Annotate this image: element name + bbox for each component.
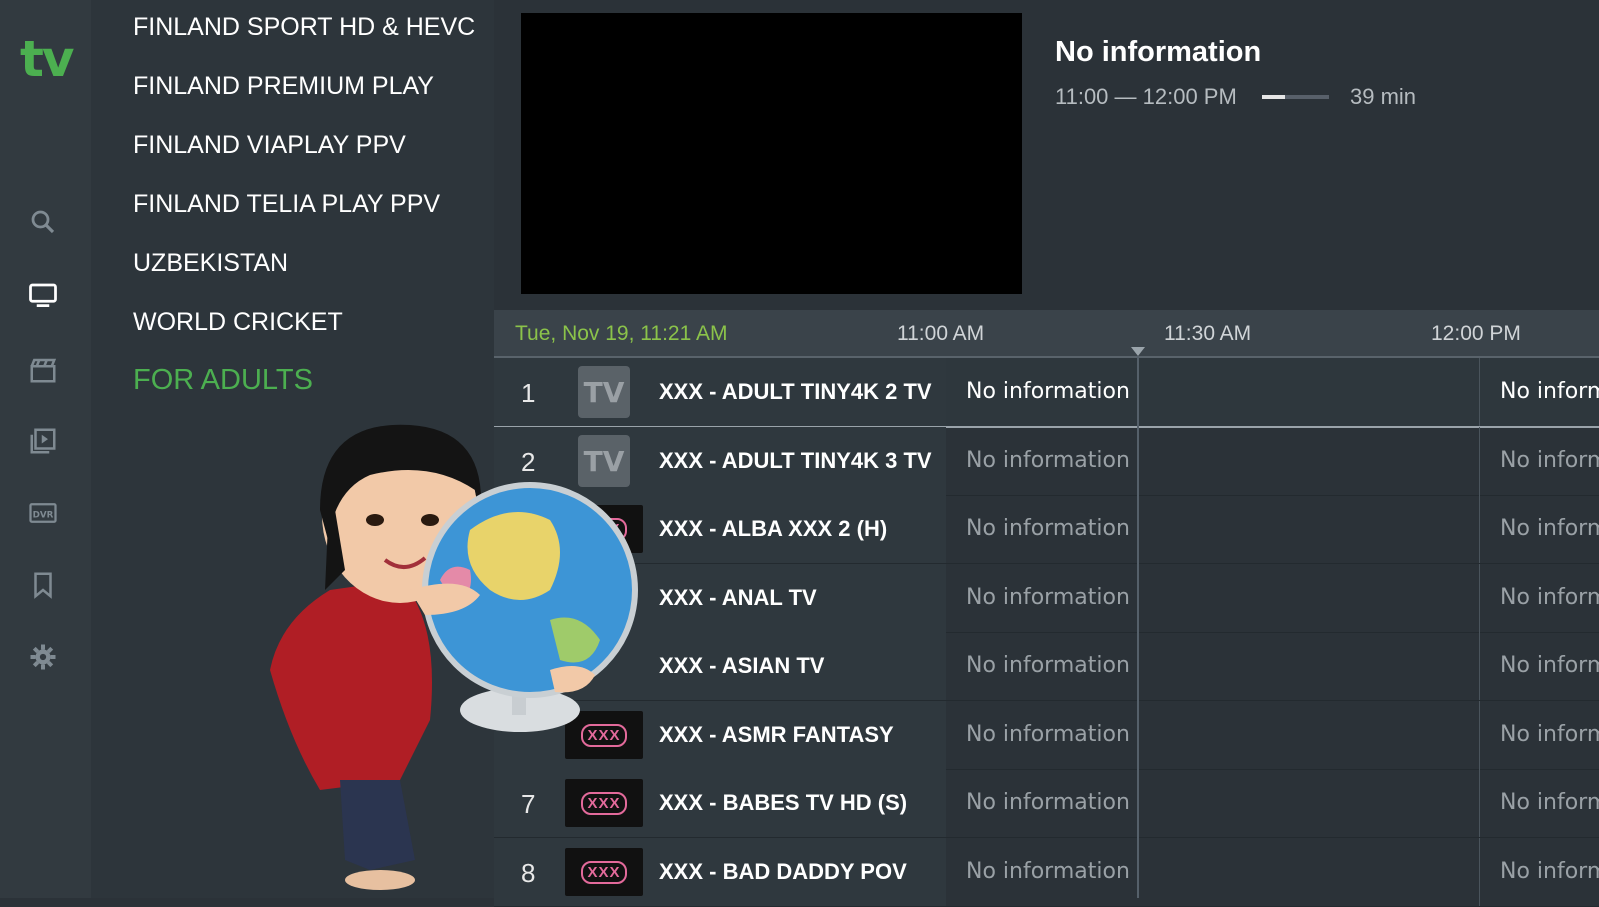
bookmark-icon[interactable] [25, 567, 61, 603]
time-tick: 11:30 AM [1164, 322, 1252, 345]
group-item[interactable]: WORLD CRICKET [133, 308, 343, 337]
time-tick: 12:00 PM [1431, 322, 1521, 345]
app-logo: tv [20, 30, 74, 88]
program-title-current: No information [966, 448, 1130, 473]
program-title-current: No information [966, 585, 1130, 610]
program-title-current: No information [966, 790, 1130, 815]
program-title-next: No inform [1500, 448, 1599, 473]
program-progress-bar [1262, 95, 1329, 99]
channel-name: XXX - ANAL TV [659, 585, 817, 610]
group-item[interactable]: FINLAND SPORT HD & HEVC [133, 13, 475, 42]
search-icon[interactable] [25, 204, 61, 240]
channel-row[interactable]: 1 TV XXX - ADULT TINY4K 2 TV No information… [494, 358, 1599, 428]
group-item[interactable]: UZBEKISTAN [133, 249, 288, 278]
group-item[interactable]: FINLAND TELIA PLAY PPV [133, 190, 440, 219]
group-item-active[interactable]: FOR ADULTS [133, 364, 313, 397]
channel-name: XXX - ADULT TINY4K 3 TV [659, 448, 932, 473]
clapperboard-icon[interactable] [25, 352, 61, 388]
channel-name: XXX - ASMR FANTASY [659, 722, 894, 747]
current-datetime: Tue, Nov 19, 11:21 AM [515, 322, 728, 345]
play-library-icon[interactable] [25, 423, 61, 459]
nav-rail: tv DVR [0, 0, 91, 898]
time-tick: 11:00 AM [897, 322, 985, 345]
program-title-next: No inform [1500, 653, 1599, 678]
now-marker [1131, 347, 1145, 356]
program-divider [1479, 838, 1480, 906]
program-title-next: No inform [1500, 585, 1599, 610]
video-preview[interactable] [521, 13, 1022, 294]
program-divider [1479, 564, 1480, 632]
gear-icon[interactable] [25, 639, 61, 675]
channel-name: XXX - ALBA XXX 2 (H) [659, 516, 888, 541]
group-item[interactable]: FINLAND VIAPLAY PPV [133, 131, 406, 160]
tv-icon[interactable] [25, 277, 61, 313]
program-duration: 39 min [1350, 84, 1417, 109]
program-title: No information [1055, 36, 1262, 68]
channel-info-cell: 1 TV XXX - ADULT TINY4K 2 TV [494, 358, 946, 426]
program-divider [1479, 427, 1480, 495]
group-item[interactable]: FINLAND PREMIUM PLAY [133, 72, 434, 101]
program-title-next: No inform [1500, 379, 1599, 404]
program-divider [1479, 358, 1480, 426]
program-title-next: No inform [1500, 859, 1599, 884]
program-title-next: No inform [1500, 516, 1599, 541]
dvr-icon[interactable]: DVR [25, 495, 61, 531]
program-title-current: No information [966, 379, 1130, 404]
program-title-next: No inform [1500, 790, 1599, 815]
channel-name: XXX - BAD DADDY POV [659, 859, 907, 884]
program-title-current: No information [966, 722, 1130, 747]
epg-timeline-header: Tue, Nov 19, 11:21 AM 11:00 AM 11:30 AM … [494, 310, 1599, 358]
program-divider [1479, 495, 1480, 563]
channel-name: XXX - ADULT TINY4K 2 TV [659, 379, 932, 404]
channel-number: 1 [521, 378, 536, 408]
program-time: 11:00 — 12:00 PM [1055, 84, 1237, 109]
program-divider [1479, 701, 1480, 769]
program-divider [1479, 632, 1480, 700]
now-line [1137, 356, 1139, 898]
program-title-next: No inform [1500, 722, 1599, 747]
channel-name: XXX - BABES TV HD (S) [659, 790, 908, 815]
promo-mascot-image [270, 424, 638, 890]
program-title-current: No information [966, 859, 1130, 884]
program-divider [1479, 769, 1480, 837]
svg-text:DVR: DVR [33, 510, 54, 520]
channel-name: XXX - ASIAN TV [659, 653, 825, 678]
program-title-current: No information [966, 653, 1130, 678]
channel-logo: TV [578, 366, 630, 418]
program-title-current: No information [966, 516, 1130, 541]
